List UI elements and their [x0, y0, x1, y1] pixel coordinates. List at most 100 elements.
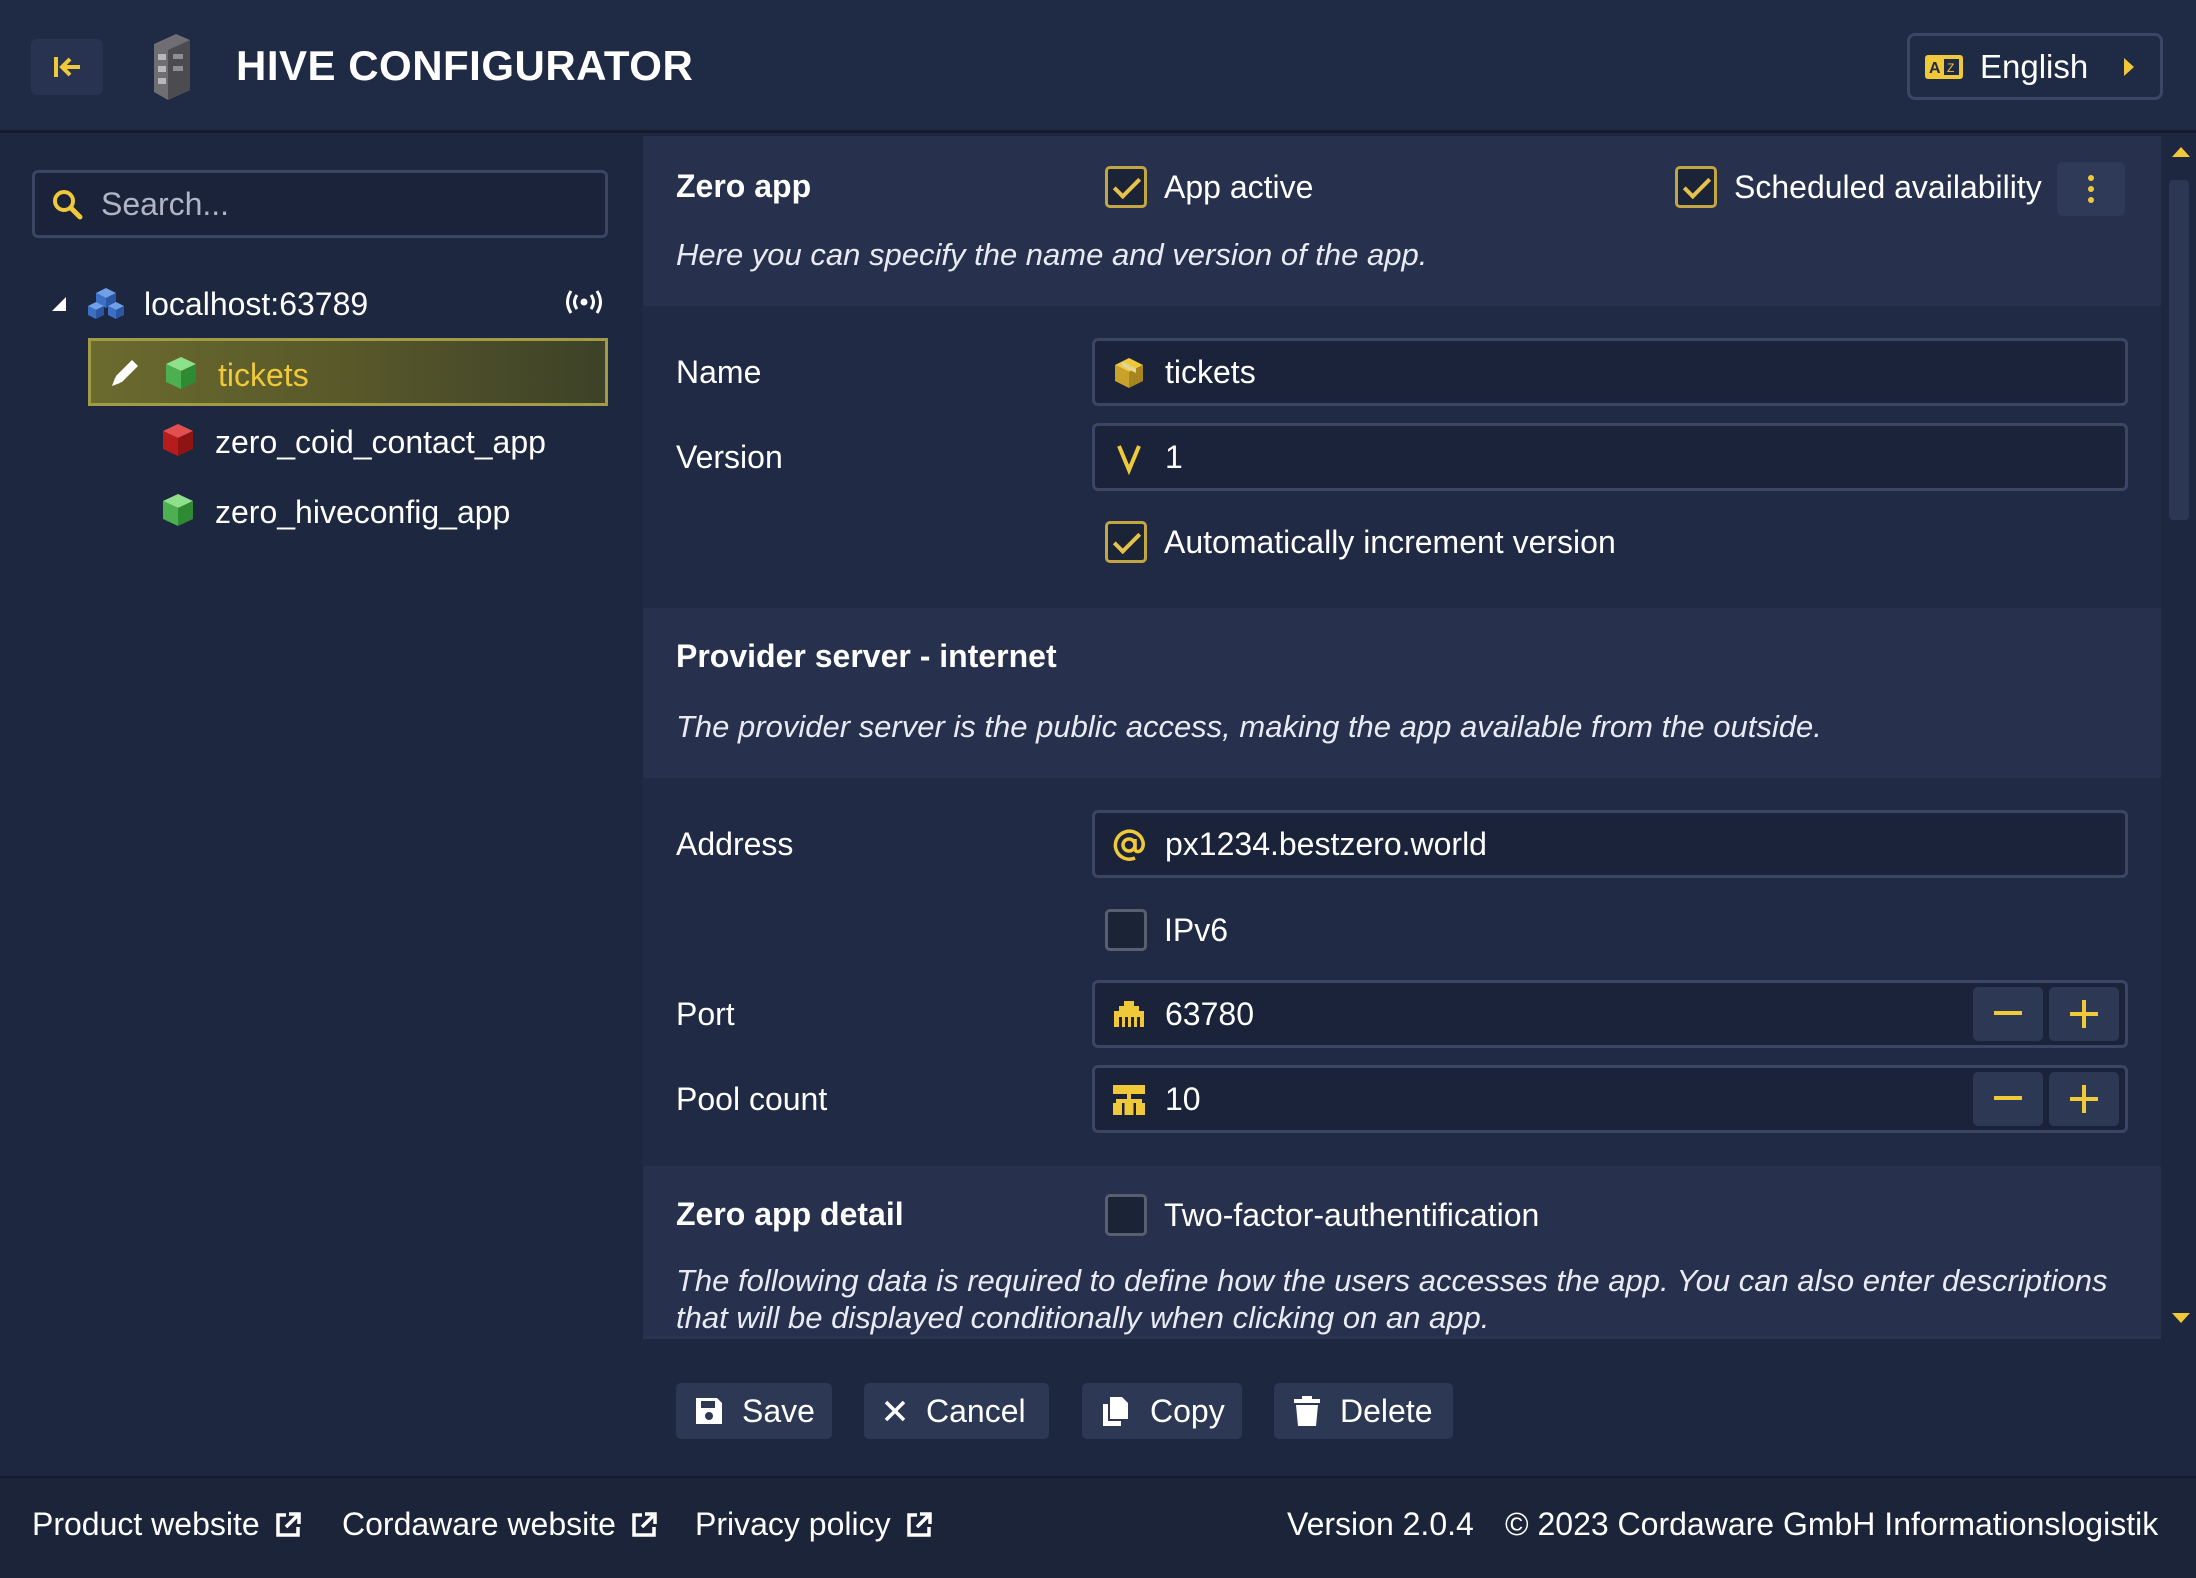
- delete-button[interactable]: Delete: [1274, 1383, 1453, 1439]
- minus-icon: [1994, 1096, 2022, 1100]
- product-website-label: Product website: [32, 1506, 260, 1542]
- server-label: localhost:63789: [144, 285, 369, 322]
- action-bar: Save Cancel Copy Delete: [643, 1336, 2161, 1476]
- svg-text:Z: Z: [1947, 61, 1954, 75]
- port-value: 63780: [1165, 996, 1254, 1032]
- copy-button[interactable]: Copy: [1082, 1383, 1242, 1439]
- sidebar: localhost:63789 tickets zero_coid_contac…: [0, 136, 643, 1476]
- address-field[interactable]: px1234.bestzero.world: [1092, 810, 2128, 878]
- language-label: English: [1980, 47, 2089, 85]
- package-icon: [1115, 358, 1143, 388]
- tree-server-node[interactable]: localhost:63789: [50, 276, 610, 332]
- pool-count-field[interactable]: 10: [1092, 1065, 2128, 1133]
- scheduled-availability-label: Scheduled availability: [1734, 169, 2042, 205]
- copy-icon: [1103, 1397, 1128, 1426]
- scrollbar-thumb[interactable]: [2169, 180, 2189, 520]
- app-cube-icon: [166, 357, 196, 389]
- external-link-icon: [275, 1511, 301, 1537]
- version-text: Version 2.0.4: [1287, 1506, 1474, 1542]
- scroll-up-icon[interactable]: [2171, 146, 2191, 158]
- tree-item-label: zero_hiveconfig_app: [215, 494, 511, 530]
- app-cube-icon: [163, 424, 193, 456]
- privacy-policy-label: Privacy policy: [695, 1506, 891, 1542]
- collapse-sidebar-button[interactable]: [31, 39, 103, 95]
- search-icon: [53, 190, 83, 220]
- minus-icon: [1994, 1011, 2022, 1015]
- app-title: HIVE CONFIGURATOR: [236, 42, 694, 89]
- cordaware-website-label: Cordaware website: [342, 1506, 616, 1542]
- section-title: Provider server - internet: [676, 638, 1057, 674]
- svg-text:A: A: [1929, 60, 1941, 77]
- detail-section-header: Zero app detail Two-factor-authentificat…: [643, 1166, 2161, 1336]
- product-website-link[interactable]: Product website: [32, 1506, 302, 1543]
- privacy-policy-link[interactable]: Privacy policy: [695, 1506, 933, 1543]
- name-field[interactable]: tickets: [1092, 338, 2128, 406]
- name-label: Name: [676, 354, 762, 390]
- search-input[interactable]: [101, 185, 581, 223]
- two-factor-checkbox[interactable]: [1105, 1194, 1147, 1236]
- tree-item-zero-hiveconfig-app[interactable]: zero_hiveconfig_app: [88, 478, 608, 546]
- section-description: Here you can specify the name and versio…: [676, 237, 1428, 272]
- more-options-button[interactable]: [2057, 162, 2125, 216]
- app-header: HIVE CONFIGURATOR A Z English: [0, 0, 2196, 133]
- plus-icon: [2070, 1000, 2098, 1028]
- sitemap-icon: [1113, 1085, 1145, 1115]
- section-title: Zero app: [676, 168, 812, 204]
- address-value: px1234.bestzero.world: [1165, 826, 1487, 862]
- section-description: The provider server is the public access…: [676, 709, 1822, 744]
- copy-label: Copy: [1150, 1392, 1225, 1429]
- version-label: Version: [676, 439, 783, 475]
- version-field[interactable]: 1: [1092, 423, 2128, 491]
- save-icon: [696, 1398, 722, 1424]
- two-factor-label: Two-factor-authentification: [1164, 1197, 1540, 1233]
- dot: [2088, 186, 2094, 192]
- pool-count-value: 10: [1165, 1081, 1201, 1117]
- caret-right-icon: [2124, 58, 2134, 76]
- external-link-icon: [906, 1511, 932, 1537]
- at-sign-icon: [1113, 829, 1145, 861]
- scroll-down-icon[interactable]: [2171, 1312, 2191, 1324]
- app-cube-icon: [163, 494, 193, 526]
- cancel-button[interactable]: Cancel: [864, 1383, 1049, 1439]
- pool-count-decrement-button[interactable]: [1973, 1072, 2043, 1126]
- provider-section-header: Provider server - internet The provider …: [643, 608, 2161, 778]
- ipv6-checkbox[interactable]: [1105, 909, 1147, 951]
- auto-increment-checkbox[interactable]: [1105, 521, 1147, 563]
- external-link-icon: [632, 1511, 657, 1537]
- version-v-icon: [1117, 445, 1141, 476]
- section-description: The following data is required to define…: [676, 1263, 2108, 1335]
- pool-count-increment-button[interactable]: [2049, 1072, 2119, 1126]
- tree-item-label: zero_coid_contact_app: [215, 424, 546, 460]
- cordaware-website-link[interactable]: Cordaware website: [342, 1506, 658, 1543]
- tree-item-tickets[interactable]: tickets: [88, 338, 608, 406]
- footer: Product website Cordaware website Privac…: [0, 1476, 2196, 1578]
- trash-icon: [1294, 1396, 1320, 1426]
- plus-icon: [2070, 1085, 2098, 1113]
- tree-item-zero-coid-contact-app[interactable]: zero_coid_contact_app: [88, 408, 608, 476]
- search-box[interactable]: [32, 170, 608, 238]
- auto-increment-label: Automatically increment version: [1164, 524, 1616, 560]
- pencil-icon: [112, 360, 138, 386]
- app-active-checkbox[interactable]: [1105, 166, 1147, 208]
- collapse-triangle-icon[interactable]: [50, 295, 68, 313]
- delete-label: Delete: [1340, 1392, 1433, 1429]
- language-selector[interactable]: A Z English: [1907, 33, 2163, 100]
- port-field[interactable]: 63780: [1092, 980, 2128, 1048]
- port-decrement-button[interactable]: [1973, 987, 2043, 1041]
- copyright-text: © 2023 Cordaware GmbH Informationslogist…: [1505, 1506, 2159, 1542]
- dot: [2088, 175, 2094, 181]
- ipv6-label: IPv6: [1164, 912, 1229, 948]
- zero-app-section-header: Zero app App active Scheduled availabili…: [643, 136, 2161, 306]
- server-cubes-icon: [88, 288, 124, 319]
- save-button[interactable]: Save: [676, 1383, 832, 1439]
- close-icon: [884, 1400, 906, 1422]
- ethernet-icon: [1114, 1001, 1144, 1027]
- port-increment-button[interactable]: [2049, 987, 2119, 1041]
- broadcast-icon: [566, 290, 602, 314]
- address-label: Address: [676, 826, 794, 862]
- app-active-label: App active: [1164, 169, 1314, 205]
- scheduled-availability-checkbox[interactable]: [1675, 166, 1717, 208]
- tree-item-label: tickets: [218, 357, 309, 393]
- name-value: tickets: [1165, 354, 1256, 390]
- cancel-label: Cancel: [926, 1392, 1026, 1429]
